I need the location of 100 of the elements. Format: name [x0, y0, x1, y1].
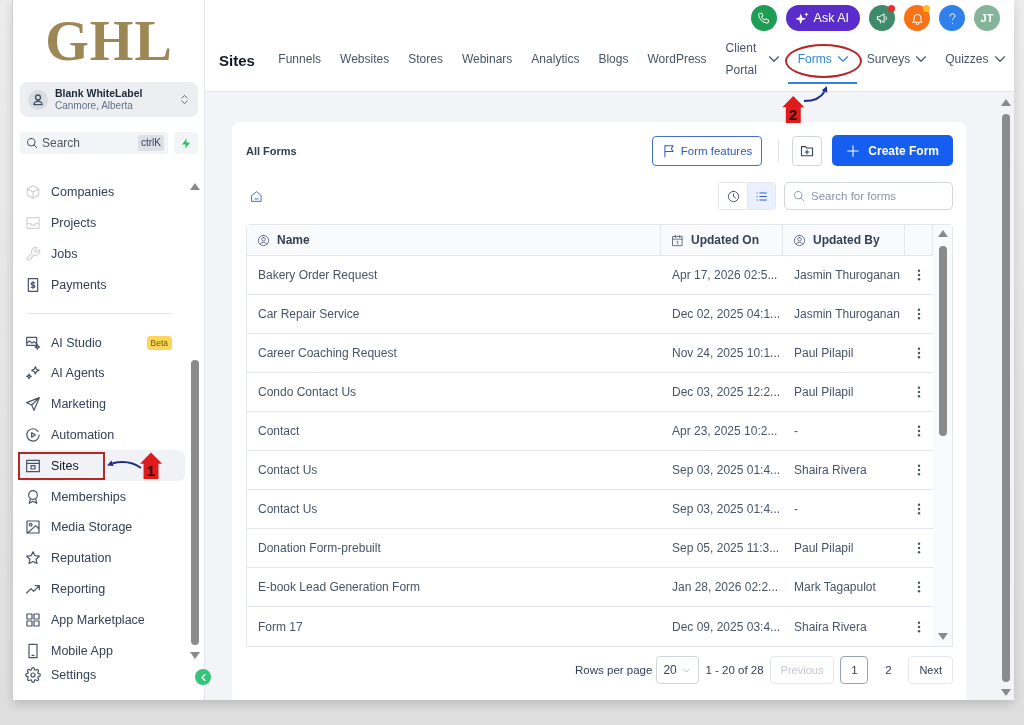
- vertical-dots-icon: [917, 269, 921, 281]
- shortcut-key: ctrlK: [138, 135, 164, 151]
- table-cell-text: Contact: [257, 424, 301, 438]
- beta-badge: Beta: [146, 335, 172, 350]
- logo: GHL: [45, 11, 173, 71]
- sidebar-item[interactable]: Reputation: [18, 542, 185, 574]
- rows-per-page-label: Rows per page: [575, 664, 653, 676]
- more-options-button[interactable]: [917, 620, 921, 633]
- home-button[interactable]: [250, 189, 263, 203]
- image-icon: [25, 519, 41, 536]
- more-options-button[interactable]: [917, 386, 921, 398]
- scroll-down-arrow-icon[interactable]: [189, 652, 200, 659]
- search-icon: [793, 190, 805, 202]
- sparkle-icon: [794, 11, 809, 25]
- column-header[interactable]: Updated By: [813, 233, 880, 247]
- scroll-up-arrow-icon[interactable]: [1000, 99, 1011, 106]
- more-options-button[interactable]: [917, 464, 921, 476]
- quick-action-button[interactable]: [174, 132, 198, 154]
- more-options-button[interactable]: [917, 347, 921, 359]
- nav-tab[interactable]: Websites: [330, 36, 399, 84]
- notifications-button[interactable]: [904, 5, 930, 31]
- form-features-button[interactable]: Form features: [651, 135, 763, 166]
- more-options-button[interactable]: [917, 503, 921, 515]
- scroll-down-arrow-icon[interactable]: [1000, 689, 1011, 696]
- table-cell-text: Contact Us: [257, 502, 319, 516]
- table-cell-text: Sep 03, 2025 01:4...: [671, 502, 782, 516]
- sidebar-item[interactable]: Jobs: [18, 238, 185, 270]
- announcements-button[interactable]: [869, 5, 895, 31]
- account-switcher[interactable]: Blank WhiteLabel Canmore, Alberta: [20, 82, 198, 117]
- column-header[interactable]: Name: [277, 233, 310, 247]
- award-icon: [25, 488, 41, 505]
- scroll-down-arrow-icon[interactable]: [937, 633, 948, 640]
- nav-tab[interactable]: Analytics: [521, 36, 589, 84]
- more-options-button[interactable]: [917, 269, 921, 281]
- table-cell-text: Jan 28, 2026 02:2...: [671, 580, 780, 594]
- call-button[interactable]: [750, 5, 777, 31]
- more-options-button[interactable]: [917, 542, 921, 554]
- paper-plane-icon: [25, 396, 41, 413]
- column-header[interactable]: Updated On: [691, 233, 759, 247]
- ask-ai-button[interactable]: Ask AI: [785, 5, 860, 31]
- nav-tab[interactable]: Client Portal: [716, 36, 789, 84]
- new-folder-button[interactable]: [792, 135, 823, 166]
- table-cell-text: Jasmin Thuroganan: [793, 268, 901, 282]
- phone-icon: [757, 11, 771, 25]
- help-button[interactable]: [939, 5, 965, 31]
- list-icon: [755, 189, 768, 203]
- more-options-button[interactable]: [917, 308, 921, 320]
- vertical-dots-icon: [917, 581, 921, 593]
- grid-icon: [25, 611, 41, 628]
- sidebar-item[interactable]: Automation: [18, 419, 185, 451]
- curved-arrow: [106, 459, 142, 472]
- sidebar-item[interactable]: App Marketplace: [18, 604, 185, 636]
- sidebar-item[interactable]: Payments: [18, 269, 185, 301]
- search-field[interactable]: Search for forms: [784, 182, 953, 210]
- nav-tab[interactable]: Webinars: [452, 36, 522, 84]
- scroll-thumb[interactable]: [938, 246, 947, 436]
- more-options-button[interactable]: [917, 581, 921, 593]
- wrench-icon: [25, 246, 41, 262]
- scroll-up-arrow-icon[interactable]: [937, 230, 948, 237]
- more-options-button[interactable]: [917, 425, 921, 437]
- sidebar-item[interactable]: Mobile App: [18, 635, 185, 666]
- sidebar-item[interactable]: Marketing: [18, 388, 185, 420]
- home-icon: [250, 189, 263, 203]
- sidebar-item[interactable]: Settings: [18, 664, 185, 686]
- sidebar-item[interactable]: Reporting: [18, 573, 185, 605]
- sidebar-item[interactable]: Memberships: [18, 481, 185, 512]
- star-icon: [25, 550, 41, 567]
- sidebar-item[interactable]: Companies: [18, 177, 185, 208]
- chevron-up-down-icon: [179, 94, 190, 105]
- table-cell-text: Career Coaching Request: [257, 346, 398, 360]
- nav-tab[interactable]: Blogs: [588, 36, 638, 84]
- sidebar-item[interactable]: Media Storage: [18, 511, 185, 543]
- table-cell-text: Contact Us: [257, 463, 319, 477]
- nav-tab[interactable]: Quizzes: [935, 36, 1014, 84]
- folder-plus-icon: [800, 143, 815, 158]
- create-form-button[interactable]: Create Form: [832, 135, 953, 166]
- table-cell-text: -: [793, 502, 799, 516]
- table-cell-text: Condo Contact Us: [257, 385, 358, 399]
- page-button[interactable]: 1: [840, 656, 869, 684]
- next-page-button[interactable]: Next: [908, 656, 953, 684]
- sparkles-icon: [25, 365, 41, 382]
- sidebar-item[interactable]: AI Studio: [18, 327, 147, 358]
- scroll-thumb[interactable]: [190, 360, 199, 645]
- bell-icon: [910, 11, 924, 25]
- nav-tab[interactable]: Funnels: [268, 36, 331, 84]
- sidebar-item[interactable]: Projects: [18, 207, 185, 239]
- rows-per-page-select[interactable]: 20: [656, 656, 700, 684]
- vertical-dots-icon: [917, 425, 921, 437]
- table-cell-text: Paul Pilapil: [793, 541, 855, 555]
- collapse-sidebar-button[interactable]: [195, 669, 211, 685]
- sidebar-item[interactable]: AI Agents: [18, 358, 185, 389]
- nav-tab[interactable]: Stores: [398, 36, 453, 84]
- nav-tab[interactable]: WordPress: [637, 36, 717, 84]
- browser-window-icon: [25, 457, 41, 474]
- nav-tab[interactable]: Forms: [788, 36, 858, 84]
- section-title: Sites: [219, 51, 255, 69]
- nav-tab[interactable]: Surveys: [857, 36, 936, 84]
- scroll-thumb[interactable]: [1001, 114, 1010, 682]
- clock-icon: [726, 189, 740, 203]
- scroll-up-arrow-icon[interactable]: [189, 183, 200, 190]
